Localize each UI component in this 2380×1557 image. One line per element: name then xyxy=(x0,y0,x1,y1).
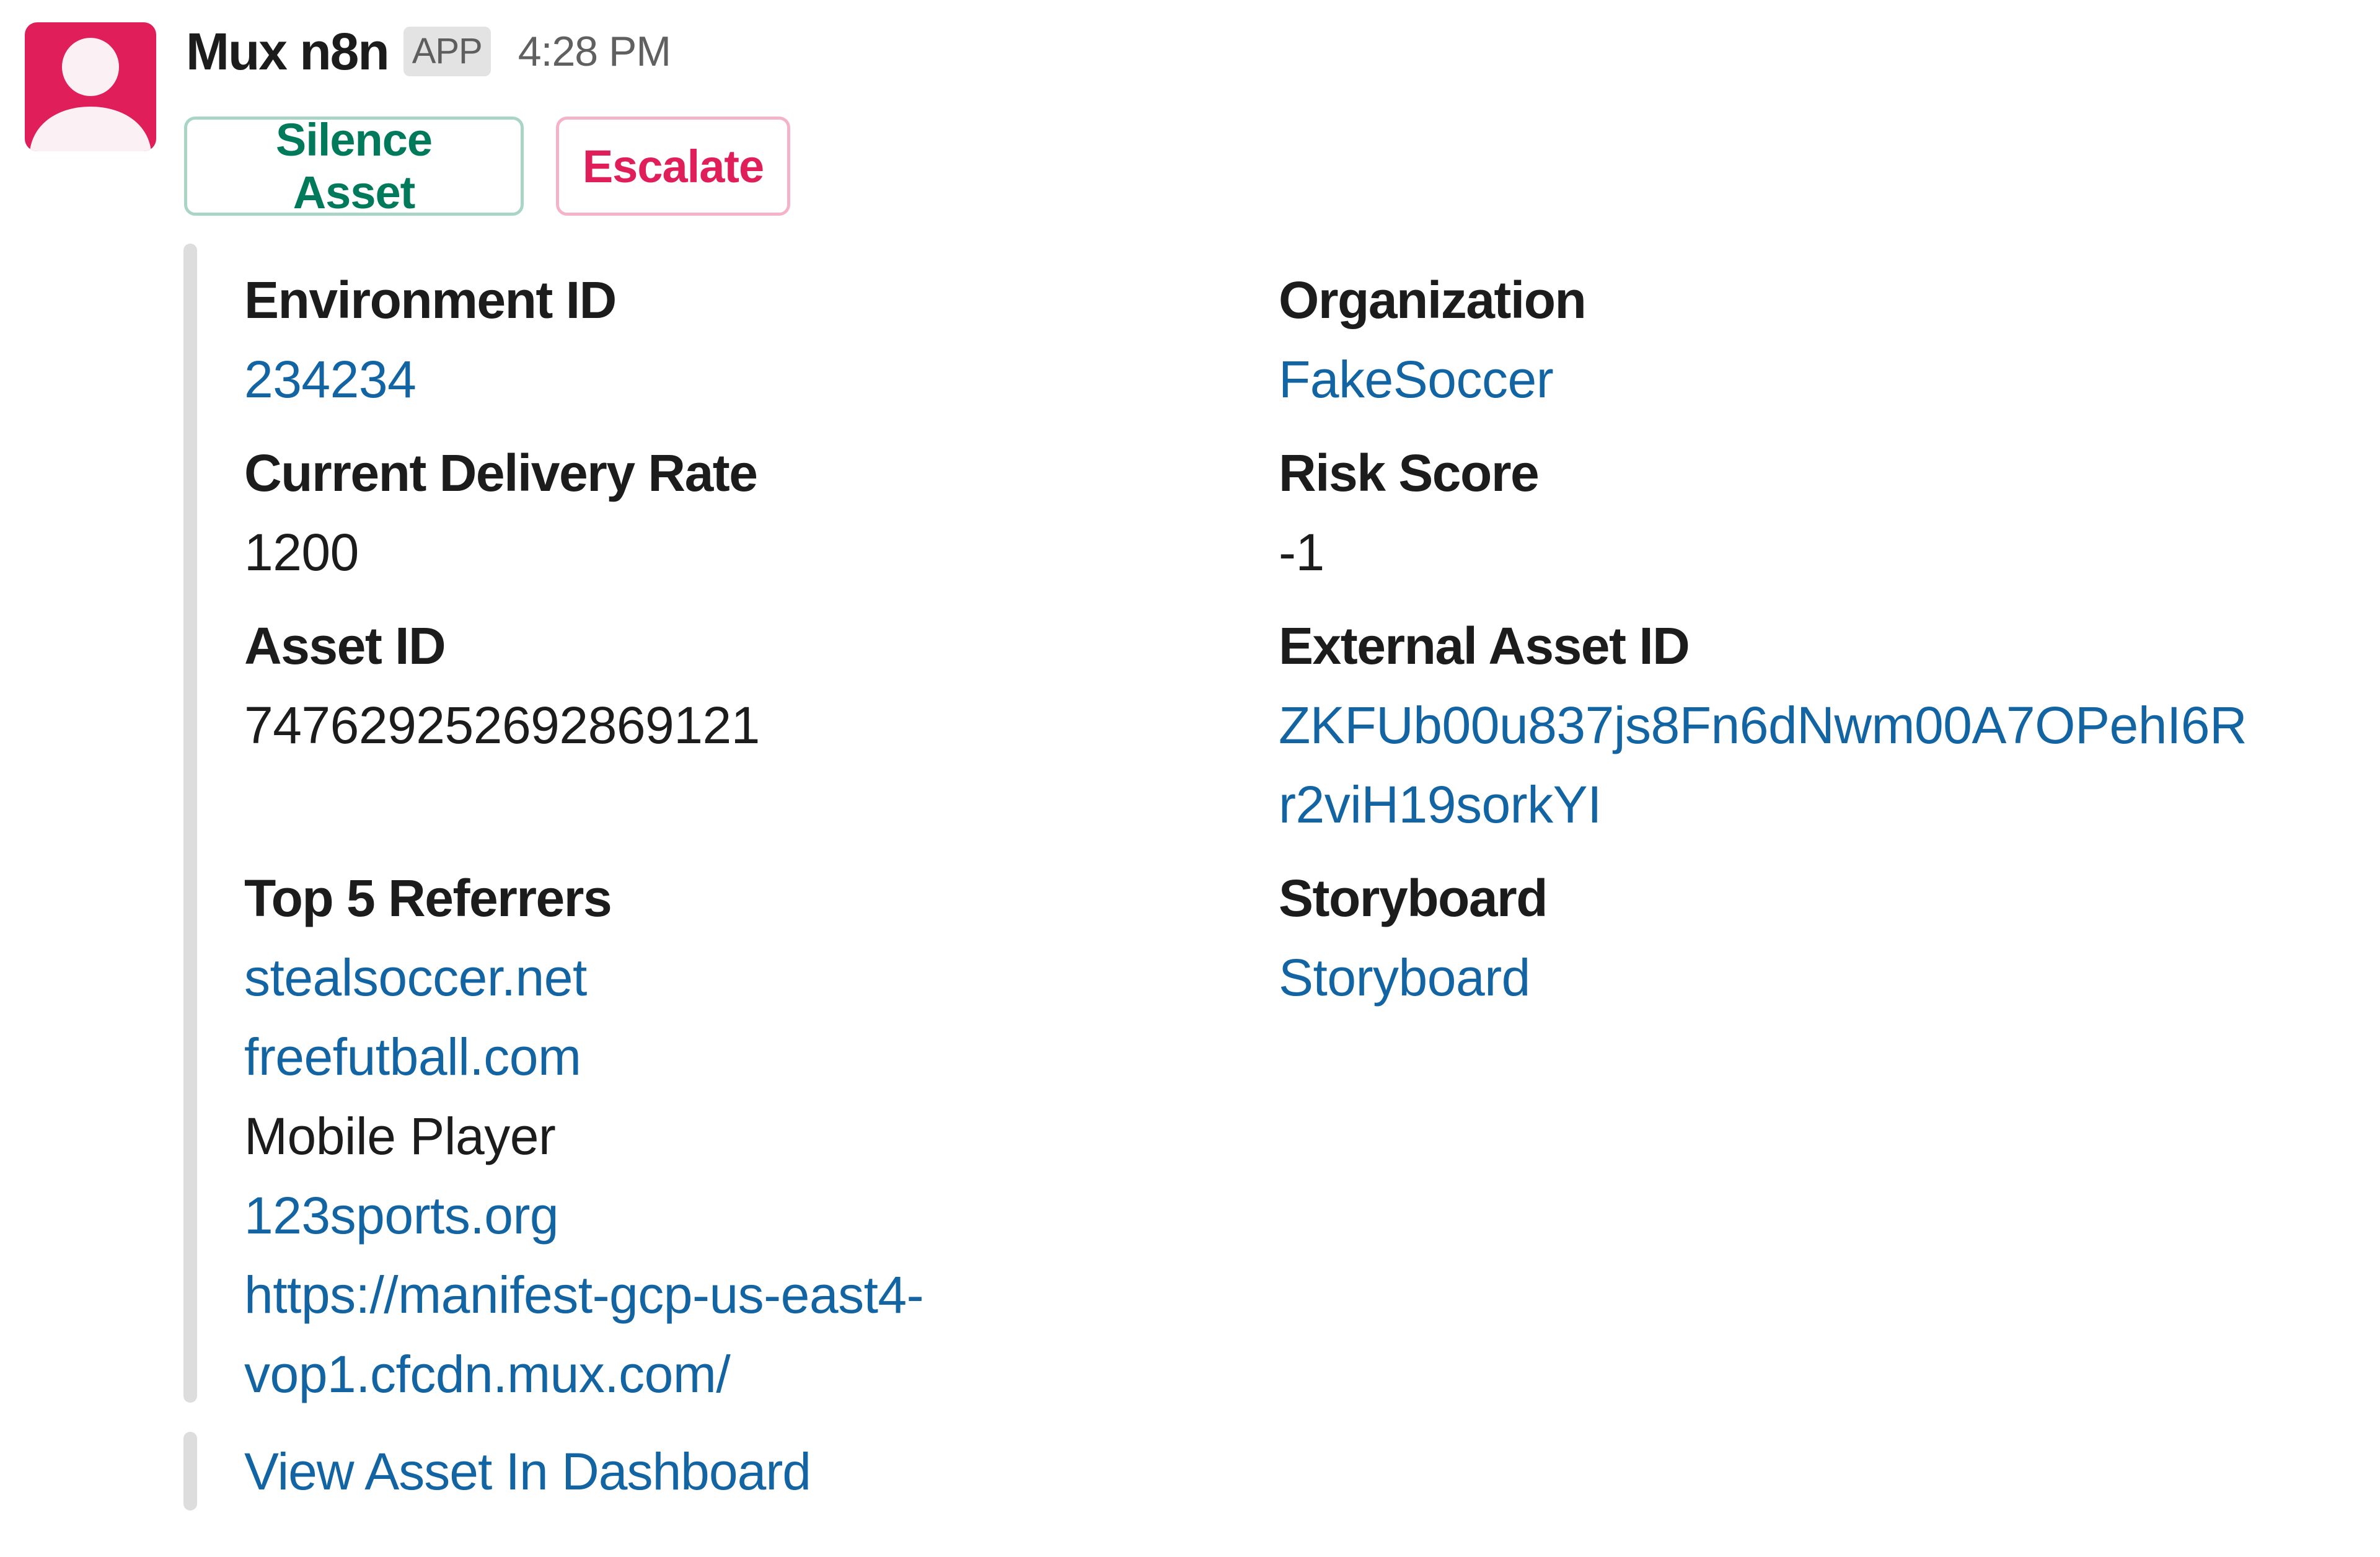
sender-name[interactable]: Mux n8n xyxy=(186,22,390,82)
field-label: Risk Score xyxy=(1279,444,1540,502)
message-timestamp[interactable]: 4:28 PM xyxy=(518,27,671,76)
asset-id-value: 747629252692869121 xyxy=(244,696,760,754)
external-asset-id-link[interactable]: ZKFUb00u837js8Fn6dNwm00A7OPehI6R r2viH19s… xyxy=(1279,696,2247,834)
referrer-list: stealsoccer.net freefutball.com Mobile P… xyxy=(244,938,1279,1414)
field-external-asset-id: External Asset ID ZKFUb00u837js8Fn6dNwm0… xyxy=(1279,606,2351,844)
risk-score-value: -1 xyxy=(1279,523,1324,581)
field-label: Asset ID xyxy=(244,617,446,675)
referrer-link[interactable]: stealsoccer.net xyxy=(244,938,1279,1017)
asset-fields: Environment ID 234234 Organization FakeS… xyxy=(244,260,2351,1414)
field-label: External Asset ID xyxy=(1279,617,1690,675)
action-buttons: Silence Asset Escalate xyxy=(184,114,790,218)
environment-id-link[interactable]: 234234 xyxy=(244,350,416,408)
field-organization: Organization FakeSoccer xyxy=(1279,260,2351,419)
organization-link[interactable]: FakeSoccer xyxy=(1279,350,1554,408)
field-label: Current Delivery Rate xyxy=(244,444,758,502)
field-risk-score: Risk Score -1 xyxy=(1279,433,2351,592)
delivery-rate-value: 1200 xyxy=(244,523,359,581)
field-current-delivery-rate: Current Delivery Rate 1200 xyxy=(244,433,1279,592)
referrer-link[interactable]: freefutball.com xyxy=(244,1017,1279,1096)
user-silhouette-icon xyxy=(30,38,151,151)
message-header: Mux n8n APP 4:28 PM xyxy=(186,17,671,86)
storyboard-link[interactable]: Storyboard xyxy=(1279,948,1530,1007)
avatar[interactable] xyxy=(25,22,156,151)
view-asset-dashboard-link[interactable]: View Asset In Dashboard xyxy=(244,1432,811,1511)
escalate-button[interactable]: Escalate xyxy=(556,117,790,216)
field-label: Top 5 Referrers xyxy=(244,869,612,927)
field-label: Organization xyxy=(1279,271,1587,329)
referrer-link[interactable]: 123sports.org xyxy=(244,1176,1279,1255)
attachment-bar xyxy=(183,1432,197,1511)
silence-asset-button[interactable]: Silence Asset xyxy=(184,114,524,218)
referrer-link[interactable]: https://manifest-gcp-us-east4- vop1.cfcdn… xyxy=(244,1255,1019,1414)
field-top-referrers: Top 5 Referrers stealsoccer.net freefutb… xyxy=(244,858,1279,1414)
attachment-bar xyxy=(183,244,197,1403)
referrer-text: Mobile Player xyxy=(244,1107,556,1165)
field-label: Storyboard xyxy=(1279,869,1548,927)
field-environment-id: Environment ID 234234 xyxy=(244,260,1279,419)
field-storyboard: Storyboard Storyboard xyxy=(1279,858,2351,1414)
app-badge: APP xyxy=(403,27,491,76)
field-asset-id: Asset ID 747629252692869121 xyxy=(244,606,1279,844)
field-label: Environment ID xyxy=(244,271,617,329)
